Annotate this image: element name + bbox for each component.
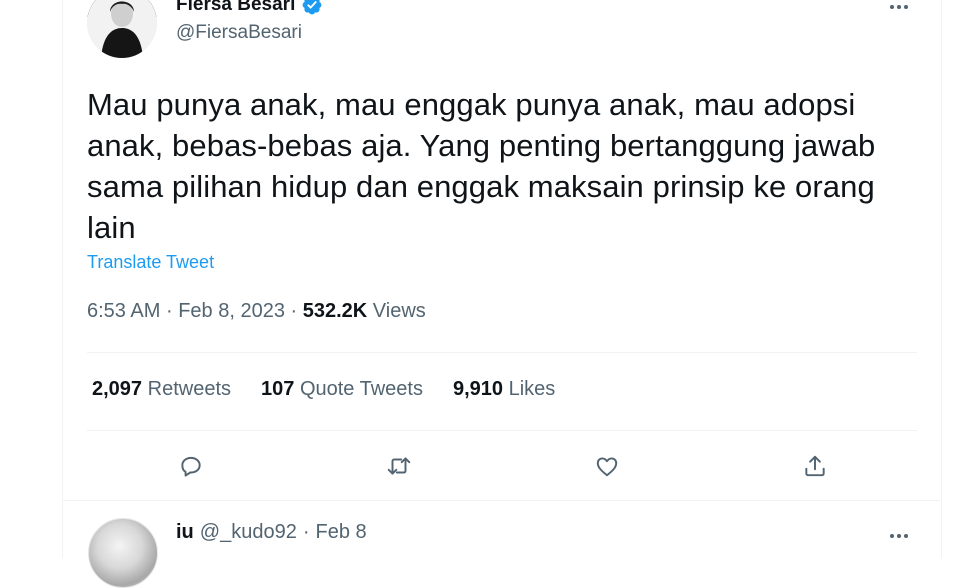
quotes-count: 107 xyxy=(261,378,295,400)
likes-stat[interactable]: 9,910 Likes xyxy=(453,378,555,401)
tweet-actions xyxy=(0,448,970,484)
quote-tweets-stat[interactable]: 107 Quote Tweets xyxy=(261,378,423,401)
reply-author-avatar[interactable] xyxy=(88,518,158,588)
more-options-icon[interactable] xyxy=(882,0,916,18)
divider xyxy=(87,430,917,431)
retweets-label: Retweets xyxy=(147,378,231,400)
tweet-stats: 2,097 Retweets 107 Quote Tweets 9,910 Li… xyxy=(92,378,555,401)
reply-author-name[interactable]: iu xyxy=(176,521,194,544)
meta-separator: · xyxy=(290,300,298,322)
meta-separator: · xyxy=(165,300,173,322)
views-label[interactable]: Views xyxy=(373,300,426,322)
translate-tweet-link[interactable]: Translate Tweet xyxy=(87,252,214,273)
reply-more-options-icon[interactable] xyxy=(882,526,916,546)
author-name-row: Fiersa Besari xyxy=(176,0,323,16)
reply-separator: · xyxy=(302,521,310,543)
reply-date[interactable]: Feb 8 xyxy=(316,521,367,544)
author-name[interactable]: Fiersa Besari xyxy=(176,0,295,16)
author-handle[interactable]: @FiersaBesari xyxy=(176,22,302,44)
like-icon xyxy=(596,457,618,477)
tweet-time[interactable]: 6:53 AM xyxy=(87,300,160,322)
tweet-text: Mau punya anak, mau enggak punya anak, m… xyxy=(87,87,876,245)
retweets-count: 2,097 xyxy=(92,378,143,400)
tweet-meta: 6:53 AM · Feb 8, 2023 · 532.2K Views xyxy=(87,300,426,323)
quotes-label: Quote Tweets xyxy=(299,378,423,400)
reply-icon xyxy=(181,456,201,477)
retweet-button[interactable] xyxy=(381,448,417,484)
reply-header: iu @_kudo92 · Feb 8 xyxy=(176,521,367,544)
tweet-date[interactable]: Feb 8, 2023 xyxy=(178,300,285,322)
share-button[interactable] xyxy=(797,448,833,484)
share-icon xyxy=(805,455,825,477)
reply-author-handle[interactable]: @_kudo92 xyxy=(200,521,297,544)
divider xyxy=(62,500,940,501)
verified-badge-icon xyxy=(302,0,322,15)
likes-count: 9,910 xyxy=(452,378,504,400)
views-count[interactable]: 532.2K xyxy=(303,300,368,322)
retweets-stat[interactable]: 2,097 Retweets xyxy=(92,378,231,401)
like-button[interactable] xyxy=(589,448,625,484)
reply-button[interactable] xyxy=(173,448,209,484)
retweet-icon xyxy=(387,457,411,475)
likes-label: Likes xyxy=(508,378,556,400)
divider xyxy=(87,352,917,353)
